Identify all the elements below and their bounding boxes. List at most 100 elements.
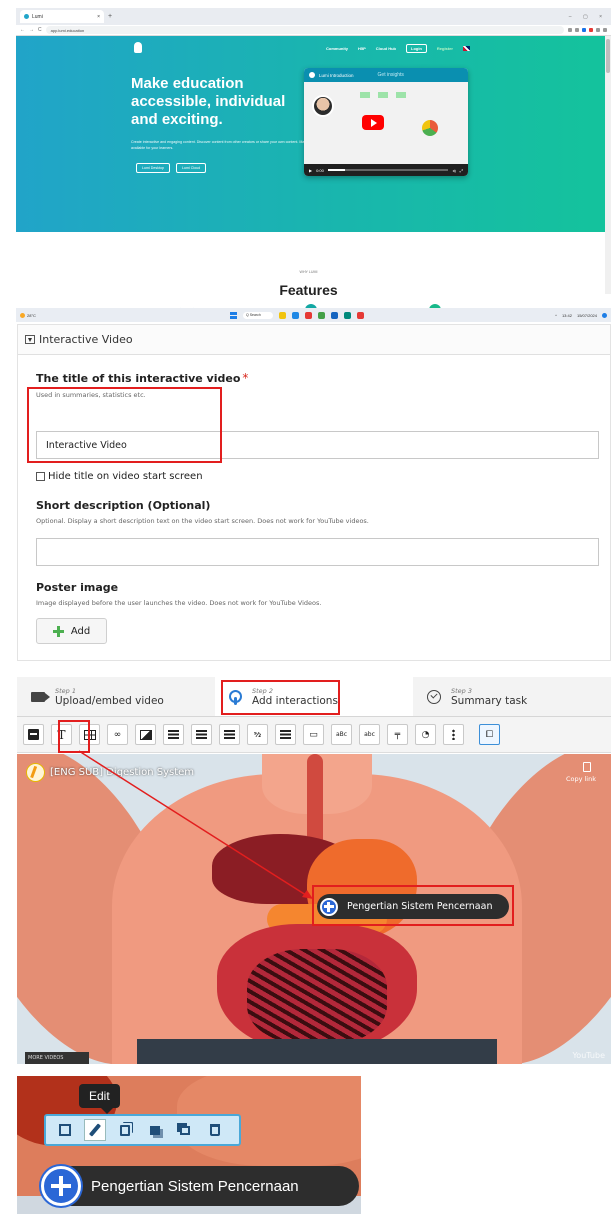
channel-avatar[interactable]	[26, 763, 45, 782]
copy-link-label[interactable]: Copy link	[566, 775, 596, 783]
weather-temp: 28°C	[27, 312, 36, 318]
youtube-play-icon[interactable]	[362, 115, 384, 130]
app-icon[interactable]	[331, 311, 338, 319]
windows-start-icon[interactable]	[230, 311, 237, 319]
collapse-icon[interactable]	[25, 335, 35, 344]
video-frame	[304, 82, 468, 164]
illustration-pants	[137, 1039, 497, 1064]
nav-community[interactable]: Community	[326, 46, 348, 51]
play-icon[interactable]: ▶	[309, 168, 312, 173]
taskbar-search[interactable]: Q Search	[243, 311, 273, 319]
navigation-hotspot-tool-button[interactable]: ◔	[415, 724, 436, 745]
extension-icon[interactable]	[589, 28, 593, 32]
interaction-hotspot[interactable]: Pengertian Sistem Pencernaan	[41, 1166, 359, 1206]
send-back-button[interactable]	[174, 1119, 196, 1141]
multiple-choice-tool-button[interactable]	[219, 724, 240, 745]
extension-icons[interactable]	[568, 28, 607, 32]
notification-icon[interactable]	[602, 312, 607, 318]
bring-front-button[interactable]	[144, 1119, 166, 1141]
app-icon[interactable]	[318, 311, 325, 319]
mark-words-tool-button[interactable]	[275, 724, 296, 745]
browser-tab[interactable]: Lumi ×	[20, 10, 104, 23]
dialog-tool-button[interactable]: ▭	[303, 724, 324, 745]
lumi-cloud-button[interactable]: Lumi Cloud	[175, 163, 207, 173]
hide-title-checkbox[interactable]	[36, 472, 45, 481]
resize-button[interactable]	[54, 1119, 76, 1141]
link-tool-button[interactable]: ∞	[107, 724, 128, 745]
short-desc-input[interactable]	[36, 538, 599, 566]
tray-time[interactable]: 13:42	[562, 313, 572, 318]
step-tabs: Step 1 Upload/embed video Step 2 Add int…	[17, 677, 611, 717]
copy-icon[interactable]	[583, 762, 591, 772]
forward-icon[interactable]: →	[29, 27, 34, 33]
taskbar-apps: Q Search	[230, 311, 364, 319]
hide-title-option[interactable]: Hide title on video start screen	[36, 471, 203, 482]
back-icon[interactable]: ←	[20, 27, 25, 33]
text-tool-button[interactable]: T	[51, 724, 72, 745]
weather-widget[interactable]: 28°C	[20, 312, 36, 318]
chrome-icon[interactable]	[357, 311, 364, 319]
drag-text-tool-button[interactable]: abc	[359, 724, 380, 745]
duplicate-button[interactable]	[114, 1119, 136, 1141]
more-tools-button[interactable]	[443, 724, 464, 745]
interaction-hotspot[interactable]: Pengertian Sistem Pencernaan	[317, 894, 509, 919]
fullscreen-icon[interactable]: ⤢	[460, 168, 463, 173]
app-icon[interactable]	[292, 311, 299, 319]
video-progress[interactable]	[327, 169, 449, 171]
nav-h5p[interactable]: H5P	[358, 46, 366, 51]
app-icon[interactable]	[305, 311, 312, 319]
form-section-header[interactable]: Interactive Video	[18, 325, 610, 355]
volume-icon[interactable]: ◂)	[452, 168, 455, 173]
bookmarks-button[interactable]: ⧠	[479, 724, 500, 745]
tab-step-1[interactable]: Step 1 Upload/embed video	[17, 677, 215, 716]
title-input[interactable]: Interactive Video	[36, 431, 599, 459]
true-false-tool-button[interactable]: ⁹⁄₂	[247, 724, 268, 745]
statements-tool-button[interactable]	[163, 724, 184, 745]
login-button[interactable]: Login	[406, 44, 427, 53]
youtube-logo[interactable]: YouTube	[572, 1051, 605, 1060]
hotspot-label: Pengertian Sistem Pencernaan	[347, 901, 493, 912]
add-poster-button[interactable]: Add	[36, 618, 107, 644]
window-controls[interactable]: – ▢ ×	[569, 14, 607, 20]
youtube-video-title[interactable]: [ENG SUB] Digestion System	[50, 767, 194, 778]
more-videos-button[interactable]: MORE VIDEOS	[25, 1052, 89, 1064]
delete-button[interactable]	[204, 1119, 226, 1141]
extension-icon[interactable]	[575, 28, 579, 32]
image-tool-button[interactable]	[135, 724, 156, 745]
uk-flag-icon[interactable]	[462, 46, 470, 51]
video-canvas[interactable]: [ENG SUB] Digestion System Copy link Pen…	[17, 754, 611, 1064]
poster-label: Poster image	[36, 581, 119, 594]
expand-icon	[59, 1124, 71, 1136]
file-explorer-icon[interactable]	[279, 311, 286, 319]
page-scrollbar[interactable]	[605, 36, 611, 294]
single-choice-tool-button[interactable]	[191, 724, 212, 745]
video-header: Lumi Introduction Get insights	[304, 68, 468, 82]
nav-cloud-hub[interactable]: Cloud Hub	[376, 46, 396, 51]
extension-icon[interactable]	[568, 28, 572, 32]
crossroads-tool-button[interactable]: ╤	[387, 724, 408, 745]
extension-icon[interactable]	[596, 28, 600, 32]
tray-date[interactable]: 15/07/2024	[577, 313, 597, 318]
tray-chevron-icon[interactable]: ^	[555, 313, 557, 318]
new-tab-icon[interactable]: +	[108, 13, 112, 20]
profile-icon[interactable]	[603, 28, 607, 32]
image-icon	[139, 729, 152, 740]
lumi-desktop-button[interactable]: Lumi Desktop	[136, 163, 170, 173]
register-link[interactable]: Register	[437, 46, 453, 51]
fill-blanks-tool-button[interactable]: aBc	[331, 724, 352, 745]
windows-taskbar: 28°C Q Search ^ 13:42 15/07/2024	[16, 308, 611, 322]
intro-video-player[interactable]: Lumi Introduction Get insights ▶ 0:00 ◂)…	[304, 68, 468, 176]
tab-step-3[interactable]: Step 3 Summary task	[413, 677, 611, 716]
table-tool-button[interactable]	[79, 724, 100, 745]
tab-title: Lumi	[32, 13, 43, 20]
reload-icon[interactable]: C	[38, 27, 42, 33]
lumi-logo-icon[interactable]	[134, 42, 142, 53]
extension-icon[interactable]	[582, 28, 586, 32]
url-field[interactable]: app.lumi.education	[45, 26, 564, 34]
close-tab-icon[interactable]: ×	[97, 14, 100, 20]
label-tool-button[interactable]	[23, 724, 44, 745]
tab-step-2[interactable]: Step 2 Add interactions	[215, 677, 413, 716]
interactive-video-editor: Step 1 Upload/embed video Step 2 Add int…	[17, 677, 611, 1064]
edit-button[interactable]	[84, 1119, 106, 1141]
app-icon[interactable]	[344, 311, 351, 319]
